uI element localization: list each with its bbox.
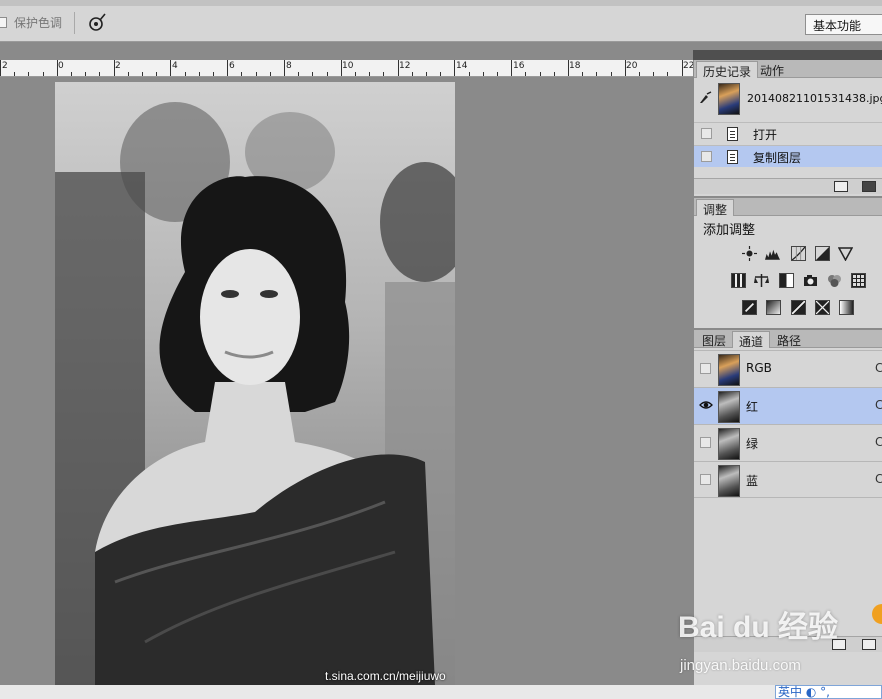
tab-paths[interactable]: 路径	[771, 331, 807, 348]
ruler-label: 18	[569, 61, 581, 71]
adjustments-title: 添加调整	[703, 223, 756, 238]
ruler-label: 16	[513, 61, 525, 71]
channel-row-green[interactable]: 绿 C	[694, 424, 882, 461]
document-icon	[727, 127, 738, 141]
black-white-icon[interactable]	[779, 273, 794, 288]
ruler-label: 4	[172, 61, 178, 71]
tab-adjustments[interactable]: 调整	[696, 199, 735, 217]
threshold-icon[interactable]	[791, 300, 806, 315]
tab-layers[interactable]: 图层	[696, 331, 732, 348]
ruler-label: 2	[2, 61, 8, 71]
color-lookup-icon[interactable]	[851, 273, 866, 288]
workspace-switcher[interactable]: 基本功能	[805, 14, 882, 35]
history-item-checkbox[interactable]	[701, 151, 712, 162]
history-item[interactable]: 打开	[694, 122, 882, 144]
curves-icon[interactable]	[791, 246, 806, 261]
ruler-label: 14	[456, 61, 468, 71]
history-snapshot[interactable]: 20140821101531438.jpg	[694, 79, 882, 119]
new-document-from-state-icon[interactable]	[834, 181, 848, 192]
history-footer	[694, 178, 882, 194]
channel-visibility-toggle[interactable]	[700, 363, 711, 374]
adjustments-panel: 调整 添加调整	[693, 198, 882, 328]
channel-thumbnail	[718, 465, 740, 497]
ruler-label: 2	[115, 61, 121, 71]
horizontal-ruler: 2 0 2 4 6 8 10 12 14 16 18 20 22	[0, 60, 693, 77]
camera-icon[interactable]	[862, 181, 876, 192]
channel-row-rgb[interactable]: RGB C	[694, 350, 882, 387]
ruler-label: 12	[399, 61, 411, 71]
panel-dock-header[interactable]	[693, 50, 882, 60]
tab-channels[interactable]: 通道	[732, 331, 771, 349]
ruler-label: 0	[58, 61, 64, 71]
channel-shortcut: C	[875, 361, 882, 375]
baidu-logo: Bai du 经验	[678, 611, 839, 644]
ruler-label: 22	[683, 61, 693, 71]
channel-name: 蓝	[746, 474, 759, 488]
channel-visibility-toggle[interactable]	[700, 474, 711, 485]
color-balance-icon[interactable]	[754, 273, 769, 288]
posterize-icon[interactable]	[766, 300, 781, 315]
options-bar: 保护色调 基本功能	[0, 0, 882, 42]
eye-icon[interactable]	[699, 398, 713, 412]
history-item[interactable]: 复制图层	[694, 145, 882, 167]
channel-name: 红	[746, 400, 759, 414]
ruler-label: 8	[286, 61, 292, 71]
image-watermark: t.sina.com.cn/meijiuwo	[325, 669, 446, 683]
tab-actions[interactable]: 动作	[754, 61, 790, 78]
protect-tone-checkbox[interactable]	[0, 17, 7, 28]
channel-thumbnail	[718, 428, 740, 460]
history-item-checkbox[interactable]	[701, 128, 712, 139]
snapshot-thumbnail	[718, 83, 740, 115]
tab-history[interactable]: 历史记录	[696, 61, 759, 79]
channel-mixer-icon[interactable]	[827, 273, 842, 288]
history-tabs: 历史记录 动作	[694, 60, 882, 79]
history-item-label: 复制图层	[753, 151, 802, 165]
airbrush-icon[interactable]	[86, 11, 108, 33]
channel-shortcut: C	[875, 398, 882, 412]
selective-color-icon[interactable]	[839, 300, 854, 315]
channel-name: 绿	[746, 437, 759, 451]
invert-icon[interactable]	[742, 300, 757, 315]
exposure-icon[interactable]	[815, 246, 830, 261]
history-brush-icon[interactable]	[698, 91, 712, 105]
snapshot-name: 20140821101531438.jpg	[747, 92, 882, 105]
channel-visibility-toggle[interactable]	[700, 437, 711, 448]
vibrance-icon[interactable]	[838, 246, 853, 261]
new-channel-icon[interactable]	[862, 639, 876, 650]
channel-row-blue[interactable]: 蓝 C	[694, 461, 882, 498]
channel-shortcut: C	[875, 472, 882, 486]
hue-saturation-icon[interactable]	[731, 273, 746, 288]
gradient-map-icon[interactable]	[815, 300, 830, 315]
portrait-photo	[55, 102, 455, 685]
options-separator	[74, 12, 75, 34]
ruler-label: 6	[229, 61, 235, 71]
levels-icon[interactable]	[765, 246, 780, 261]
document-image[interactable]: t.sina.com.cn/meijiuwo	[55, 82, 455, 685]
adjustments-tabs: 调整	[694, 198, 882, 217]
ruler-label: 20	[626, 61, 638, 71]
ruler-label: 10	[342, 61, 354, 71]
status-strip	[0, 685, 882, 699]
channel-thumbnail	[718, 391, 740, 423]
photo-filter-icon[interactable]	[803, 273, 818, 288]
channel-thumbnail	[718, 354, 740, 386]
history-panel: 历史记录 动作 20140821101531438.jpg 打开 复制图层	[693, 60, 882, 196]
baidu-url: jingyan.baidu.com	[680, 657, 801, 674]
history-item-label: 打开	[753, 128, 778, 142]
channel-row-red[interactable]: 红 C	[694, 387, 882, 424]
ime-toolbar[interactable]: 英中 ◐ °,	[775, 685, 882, 699]
protect-tone-label: 保护色调	[14, 16, 63, 30]
brightness-contrast-icon[interactable]	[742, 246, 757, 261]
channels-tabs: 图层 通道 路径	[694, 330, 882, 349]
channel-shortcut: C	[875, 435, 882, 449]
channel-name: RGB	[746, 361, 772, 375]
document-icon	[727, 150, 738, 164]
